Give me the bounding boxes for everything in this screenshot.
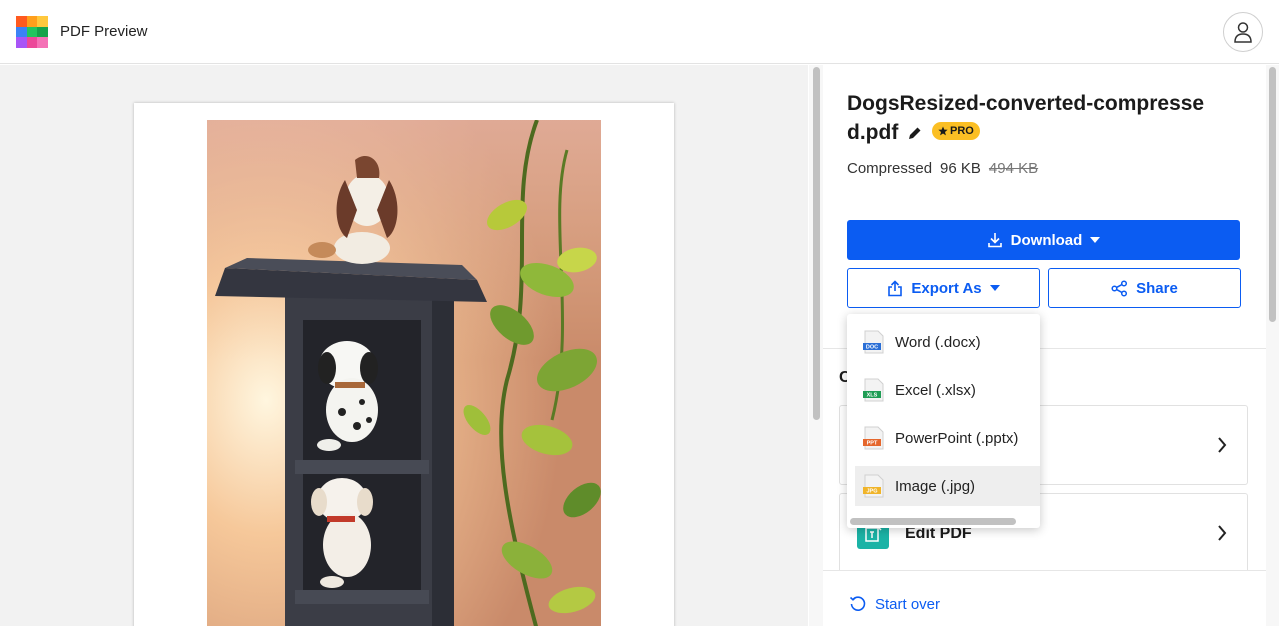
pdf-preview-area[interactable] [0, 65, 808, 626]
new-file-size: 96 KB [940, 160, 981, 177]
export-icon [888, 279, 903, 296]
chevron-right-icon [1218, 437, 1227, 453]
export-as-menu: DOC Word (.docx) XLS Excel (.xlsx) PPT P… [847, 314, 1040, 528]
word-file-icon-tag: DOC [866, 345, 878, 351]
chevron-down-icon [1090, 237, 1101, 243]
app-header: PDF Preview [0, 0, 1279, 64]
image-file-icon-tag: JPG [866, 489, 877, 495]
app-title: PDF Preview [60, 23, 148, 40]
export-as-label: Export As [911, 279, 982, 297]
logo-cell [26, 16, 38, 27]
logo-cell [16, 26, 27, 38]
logo-cell [26, 26, 38, 38]
start-over-link[interactable]: Start over [849, 595, 940, 613]
app-logo [16, 16, 48, 48]
compression-summary: Compressed 96 KB 494 KB [847, 160, 1038, 177]
logo-cell [26, 37, 38, 48]
menu-scrollbar-thumb[interactable] [850, 518, 1016, 525]
pro-badge: PRO [932, 122, 980, 141]
panel-scrollbar[interactable] [1266, 65, 1279, 626]
chevron-down-icon [989, 285, 1000, 291]
image-file-icon: JPG [863, 474, 884, 498]
export-as-button[interactable]: Export As [847, 268, 1040, 308]
pdf-page [134, 103, 674, 626]
export-word-option[interactable]: DOC Word (.docx) [855, 322, 1040, 362]
file-name: DogsResized-converted-compressed.pdf [847, 92, 1205, 144]
logo-cell [16, 16, 27, 27]
pro-badge-label: PRO [950, 125, 974, 138]
dog-figurines-photo [207, 120, 601, 626]
user-icon [1234, 22, 1252, 43]
preview-scrollbar[interactable] [809, 65, 823, 626]
powerpoint-file-icon-tag: PPT [867, 441, 878, 447]
rename-pencil-icon[interactable] [908, 126, 922, 140]
logo-cell [37, 16, 48, 27]
word-file-icon: DOC [863, 330, 884, 354]
compressed-label: Compressed [847, 160, 933, 177]
logo-cell [16, 37, 27, 48]
user-account-button[interactable] [1223, 12, 1263, 52]
old-file-size: 494 KB [988, 160, 1039, 177]
excel-file-icon: XLS [863, 378, 884, 402]
start-over-label: Start over [875, 595, 941, 613]
share-button[interactable]: Share [1048, 268, 1241, 308]
export-powerpoint-option[interactable]: PPT PowerPoint (.pptx) [855, 418, 1040, 458]
logo-cell [37, 37, 48, 48]
menu-horizontal-scrollbar[interactable] [849, 517, 1038, 526]
share-icon [1111, 279, 1128, 297]
download-button[interactable]: Download [847, 220, 1240, 260]
export-excel-option[interactable]: XLS Excel (.xlsx) [855, 370, 1040, 410]
chevron-right-icon [1218, 525, 1227, 541]
preview-scrollbar-thumb[interactable] [813, 67, 820, 420]
export-excel-label: Excel (.xlsx) [895, 381, 976, 399]
panel-scrollbar-thumb[interactable] [1269, 67, 1276, 322]
panel-footer: Start over [823, 570, 1279, 626]
download-icon [987, 233, 1002, 248]
excel-file-icon-tag: XLS [867, 393, 878, 399]
export-image-label: Image (.jpg) [895, 477, 976, 495]
export-word-label: Word (.docx) [895, 333, 981, 351]
logo-cell [37, 26, 48, 38]
download-label: Download [1010, 231, 1083, 249]
file-title: DogsResized-converted-compressed.pdf PRO [847, 89, 1207, 147]
restart-icon [849, 596, 866, 611]
share-label: Share [1136, 279, 1178, 297]
star-icon [938, 126, 948, 136]
export-powerpoint-label: PowerPoint (.pptx) [895, 429, 1019, 447]
powerpoint-file-icon: PPT [863, 426, 884, 450]
export-image-option[interactable]: JPG Image (.jpg) [855, 466, 1040, 506]
